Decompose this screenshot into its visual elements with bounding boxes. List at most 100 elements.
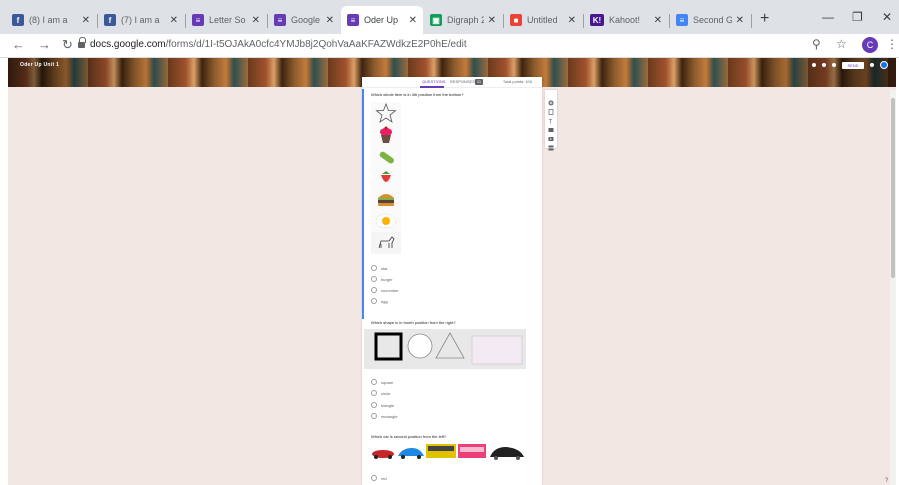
settings-icon[interactable] [832,63,836,67]
option-label: cucumber [381,287,399,293]
option-label: rectangle [381,413,398,419]
close-icon[interactable]: ✕ [409,15,417,26]
google-docs-icon: ≡ [676,14,688,26]
q2-option-3[interactable]: triangle [371,402,394,408]
question-1-title[interactable]: Which whole item is in 4th position from… [371,92,464,97]
reload-icon[interactable]: ↻ [62,37,73,53]
google-forms-icon: ≡ [274,14,286,26]
tab-title: Kahoot! [609,15,641,25]
window-close-icon[interactable]: ✕ [882,10,892,24]
new-tab-button[interactable]: + [760,10,769,28]
help-icon[interactable]: ? [885,478,888,484]
tab-digraph[interactable]: ▣ Digraph 2 ✕ [424,6,502,34]
option-label: burger [381,276,393,282]
radio-button[interactable] [371,298,377,304]
google-forms-icon: ≡ [347,14,359,26]
form-title[interactable]: Oder Up Unit 1 [20,62,59,68]
cucumber-icon [371,146,401,168]
tab-oder-up[interactable]: ≡ Oder Up ✕ [341,6,423,34]
close-icon[interactable]: ✕ [252,15,260,26]
scrollbar-thumb[interactable] [891,98,895,278]
radio-button[interactable] [371,276,377,282]
add-image-icon[interactable] [548,120,554,132]
radio-button[interactable] [371,265,377,271]
tab-google-forms[interactable]: ≡ Google F ✕ [268,6,340,34]
add-video-icon[interactable] [548,129,554,141]
close-icon[interactable]: ✕ [736,15,744,26]
tab-kahoot[interactable]: K! Kahoot! ✕ [584,6,668,34]
cupcake-icon [371,124,401,146]
dog-icon [371,232,401,254]
q1-option-4[interactable]: egg [371,298,388,304]
facebook-icon: f [104,14,116,26]
radio-button[interactable] [371,402,377,408]
form-tabs: QUESTIONS RESPONSES 11 Total points: 100 [362,77,542,88]
restore-icon[interactable]: ❐ [852,10,863,24]
close-icon[interactable]: ✕ [488,15,496,26]
q2-option-1[interactable]: square [371,379,393,385]
q2-option-2[interactable]: circle [371,390,390,396]
zoom-icon[interactable]: ⚲ [812,37,821,51]
import-questions-icon[interactable] [548,102,554,115]
add-section-icon[interactable] [548,138,554,151]
q3-option-1[interactable]: red [371,475,387,481]
responses-count-badge: 11 [475,79,483,85]
radio-button[interactable] [371,390,377,396]
q1-option-1[interactable]: star [371,265,388,271]
radio-button[interactable] [371,475,377,481]
profile-avatar[interactable]: C [862,37,878,53]
back-icon[interactable]: ← [12,37,25,52]
minimize-icon[interactable]: — [822,10,834,24]
add-title-icon[interactable]: T [548,111,554,126]
close-icon[interactable]: ✕ [326,15,334,26]
close-icon[interactable]: ✕ [654,15,662,26]
option-label: circle [381,390,391,396]
tab-facebook-1[interactable]: f (8) I am a ✕ [6,6,96,34]
q1-option-3[interactable]: cucumber [371,287,399,293]
menu-kebab-icon[interactable]: ⋮ [886,37,898,51]
add-question-icon[interactable] [548,93,554,106]
forward-icon[interactable]: → [38,37,51,52]
lock-icon [78,37,86,48]
selected-question-indicator [362,89,364,319]
tab-title: (8) I am a [29,15,68,25]
tab-title: Letter So [209,15,246,25]
palette-icon[interactable] [812,63,816,67]
question-2-title[interactable]: Which shape is in fourth position from t… [371,320,456,325]
preview-icon[interactable] [822,63,826,67]
google-slides-icon: ■ [510,14,522,26]
close-icon[interactable]: ✕ [170,15,178,26]
page-scrollbar[interactable] [890,90,896,485]
radio-button[interactable] [371,379,377,385]
close-icon[interactable]: ✕ [568,15,576,26]
burger-icon [371,188,401,210]
browser-toolbar: ← → ↻ docs.google.com/forms/d/1I-t5OJAkA… [0,34,899,58]
radio-button[interactable] [371,413,377,419]
tab-title: Oder Up [364,15,399,25]
browser-tab-strip: f (8) I am a ✕ f (7) I am a ✕ ≡ Letter S… [0,0,899,34]
radio-button[interactable] [371,287,377,293]
tab-title: Second G [693,15,732,25]
q2-option-4[interactable]: rectangle [371,413,397,419]
address-bar[interactable]: docs.google.com/forms/d/1I-t5OJAkA0cfc4Y… [90,39,467,50]
header-actions: SEND [812,61,888,69]
strawberry-icon [371,167,401,189]
tab-title: (7) I am a [121,15,160,25]
option-label: red [381,475,387,481]
question-3-title[interactable]: Which car is second position from the le… [371,434,446,439]
account-avatar[interactable] [880,61,888,69]
more-icon[interactable] [870,63,874,67]
tab-letter-sounds[interactable]: ≡ Letter So ✕ [186,6,266,34]
tab-questions[interactable]: QUESTIONS [422,79,446,84]
active-tab-indicator [420,86,444,88]
close-icon[interactable]: ✕ [82,15,90,26]
option-label: star [381,265,388,271]
tab-facebook-2[interactable]: f (7) I am a ✕ [98,6,184,34]
star-bookmark-icon[interactable]: ☆ [836,37,847,51]
shapes-row-icon [374,332,523,365]
tab-responses[interactable]: RESPONSES [450,79,475,84]
tab-second-grade[interactable]: ≡ Second G ✕ [670,6,750,34]
q1-option-2[interactable]: burger [371,276,393,282]
send-button[interactable]: SEND [842,61,864,69]
tab-untitled[interactable]: ■ Untitled ✕ [504,6,582,34]
